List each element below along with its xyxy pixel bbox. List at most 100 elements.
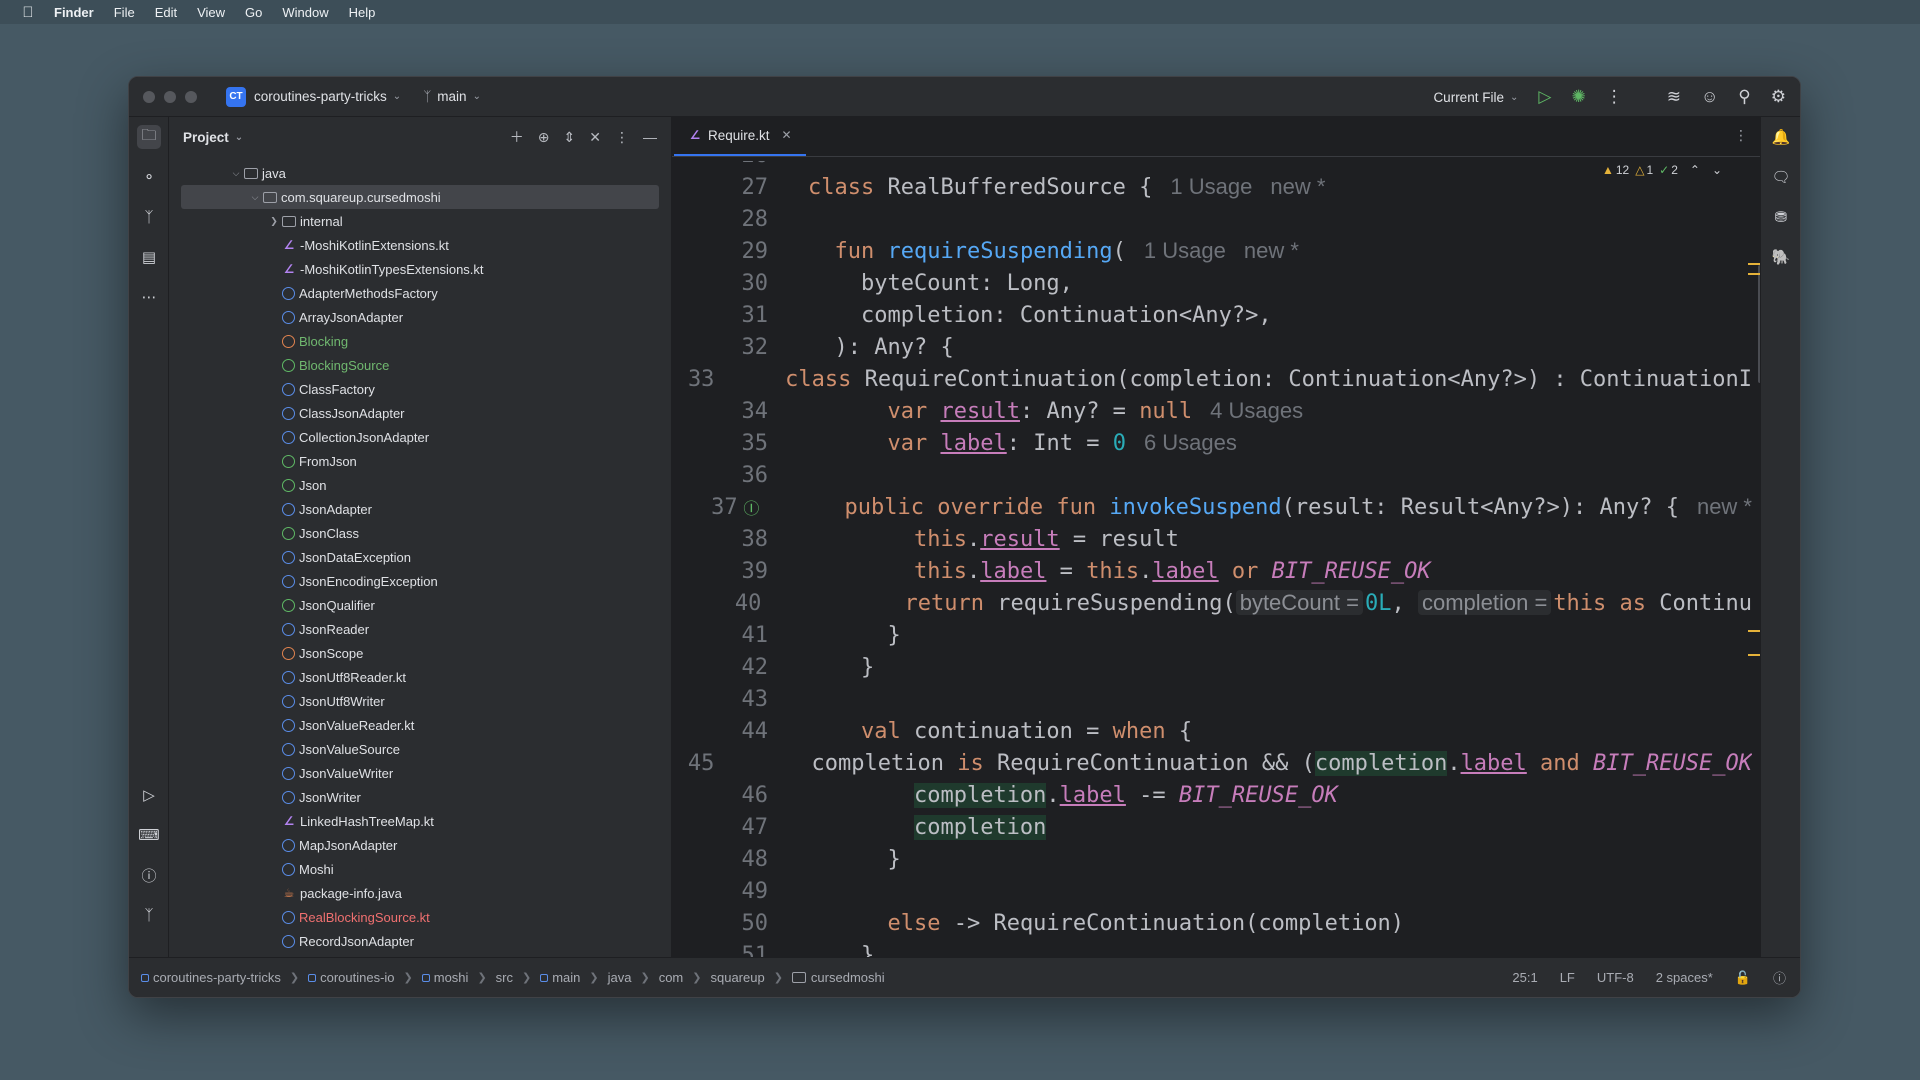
ai-assistant-icon[interactable]: ≋ — [1667, 87, 1681, 107]
lock-icon[interactable]: 🔓 — [1735, 970, 1751, 986]
tree-file[interactable]: JsonValueWriter — [169, 761, 671, 785]
menu-app-name[interactable]: Finder — [54, 5, 94, 20]
commit-icon[interactable]: ⚬ — [137, 165, 161, 189]
more-actions-icon[interactable]: ⋮ — [1606, 87, 1623, 107]
minimize-window-button[interactable] — [164, 90, 176, 103]
tree-file[interactable]: ClassJsonAdapter — [169, 401, 671, 425]
tree-file[interactable]: ClassFactory — [169, 377, 671, 401]
chevron-right-icon[interactable]: ❯ — [266, 216, 282, 227]
more-tools-icon[interactable]: ⋯ — [137, 285, 161, 309]
database-icon[interactable]: ⛃ — [1769, 205, 1793, 229]
hide-panel-icon[interactable]: — — [643, 129, 657, 145]
breadcrumb-item[interactable]: cursedmoshi — [791, 970, 885, 985]
tree-file[interactable]: JsonValueReader.kt — [169, 713, 671, 737]
breadcrumb-item[interactable]: squareup ❯ — [710, 970, 791, 985]
tree-file[interactable]: ∠ LinkedHashTreeMap.kt — [169, 809, 671, 833]
tree-file[interactable]: Blocking — [169, 329, 671, 353]
tree-file[interactable]: JsonUtf8Reader.kt — [169, 665, 671, 689]
run-config-selector[interactable]: Current File ⌄ — [1433, 90, 1518, 105]
tree-file[interactable]: JsonQualifier — [169, 593, 671, 617]
options-icon[interactable]: ⋮ — [615, 129, 629, 146]
branch-switcher[interactable]: ᛉ main ⌄ — [423, 89, 481, 104]
tree-file[interactable]: ∠ -MoshiKotlinExtensions.kt — [169, 233, 671, 257]
code-editor[interactable]: 26 27 class RealBufferedSource {1 Usagene… — [672, 161, 1752, 959]
collapse-all-icon[interactable]: ✕ — [589, 129, 601, 146]
tree-file[interactable]: ☕ package-info.java — [169, 881, 671, 905]
tree-file[interactable]: JsonWriter — [169, 785, 671, 809]
line-ending[interactable]: LF — [1560, 970, 1575, 985]
tree-folder[interactable]: ⌵ java — [169, 161, 671, 185]
tree-file[interactable]: RecordJsonAdapter — [169, 929, 671, 953]
tree-file[interactable]: MapJsonAdapter — [169, 833, 671, 857]
tree-file[interactable]: CollectionJsonAdapter — [169, 425, 671, 449]
pull-requests-icon[interactable]: ᛉ — [137, 205, 161, 229]
menu-edit[interactable]: Edit — [155, 5, 177, 20]
gradle-icon[interactable]: 🐘 — [1769, 245, 1793, 269]
warning-marker[interactable] — [1748, 263, 1760, 265]
structure-icon[interactable]: ▤ — [137, 245, 161, 269]
warning-marker[interactable] — [1748, 630, 1760, 632]
tree-file[interactable]: RealBlockingSource.kt — [169, 905, 671, 929]
tree-file[interactable]: AdapterMethodsFactory — [169, 281, 671, 305]
notifications-bell-icon[interactable]: 🔔 — [1769, 125, 1793, 149]
problems-icon[interactable]: ⓘ — [137, 863, 161, 887]
ai-chat-icon[interactable]: 🗨 — [1769, 165, 1793, 189]
chevron-down-icon[interactable]: ⌄ — [235, 132, 243, 143]
close-window-button[interactable] — [143, 90, 155, 103]
new-file-icon[interactable]: ＋ — [510, 127, 524, 147]
menu-go[interactable]: Go — [245, 5, 262, 20]
breadcrumb-item[interactable]: coroutines-party-tricks ❯ — [141, 970, 308, 985]
breadcrumb-item[interactable]: coroutines-io ❯ — [308, 970, 422, 985]
tree-file[interactable]: Moshi — [169, 857, 671, 881]
info-icon[interactable]: ⓘ — [1773, 968, 1786, 987]
breadcrumb-item[interactable]: com ❯ — [659, 970, 711, 985]
chevron-down-icon[interactable]: ⌵ — [247, 192, 263, 203]
tree-file[interactable]: JsonReader — [169, 617, 671, 641]
warning-marker[interactable] — [1748, 654, 1760, 656]
tree-file[interactable]: ArrayJsonAdapter — [169, 305, 671, 329]
tree-file[interactable]: JsonClass — [169, 521, 671, 545]
project-switcher[interactable]: CT coroutines-party-tricks ⌄ — [226, 86, 401, 107]
menu-help[interactable]: Help — [349, 5, 376, 20]
breadcrumb-item[interactable]: main ❯ — [540, 970, 607, 985]
close-tab-icon[interactable]: ✕ — [782, 128, 792, 142]
caret-position[interactable]: 25:1 — [1512, 970, 1537, 985]
tree-file[interactable]: JsonAdapter — [169, 497, 671, 521]
run-icon[interactable]: ▷ — [1538, 87, 1551, 107]
tree-file[interactable]: JsonUtf8Writer — [169, 689, 671, 713]
tab-require-kt[interactable]: ∠ Require.kt ✕ — [674, 116, 806, 156]
warning-marker[interactable] — [1748, 273, 1760, 275]
file-encoding[interactable]: UTF-8 — [1597, 970, 1634, 985]
search-icon[interactable]: ⚲ — [1738, 87, 1750, 107]
tree-file[interactable]: JsonValueSource — [169, 737, 671, 761]
tree-file[interactable]: JsonEncodingException — [169, 569, 671, 593]
git-icon[interactable]: ᛉ — [137, 903, 161, 927]
expand-all-icon[interactable]: ⇕ — [564, 129, 576, 146]
menu-window[interactable]: Window — [282, 5, 328, 20]
add-user-icon[interactable]: ☺ — [1701, 87, 1718, 107]
tree-folder[interactable]: ❯ internal — [169, 209, 671, 233]
tree-file[interactable]: JsonScope — [169, 641, 671, 665]
tree-file[interactable]: JsonDataException — [169, 545, 671, 569]
breadcrumb-item[interactable]: java ❯ — [608, 970, 659, 985]
services-icon[interactable]: ▷ — [137, 783, 161, 807]
project-folder-icon[interactable]: 🗀 — [137, 125, 161, 149]
tab-options-icon[interactable]: ⋮ — [1734, 127, 1748, 144]
settings-gear-icon[interactable]: ⚙ — [1771, 87, 1786, 107]
breadcrumb-item[interactable]: moshi ❯ — [421, 970, 496, 985]
locate-file-icon[interactable]: ⊕ — [538, 129, 550, 146]
chevron-down-icon[interactable]: ⌵ — [228, 168, 244, 179]
apple-menu-icon[interactable]:  — [16, 4, 40, 21]
tree-file[interactable]: BlockingSource — [169, 353, 671, 377]
indent-settings[interactable]: 2 spaces* — [1656, 970, 1713, 985]
tree-folder[interactable]: ⌵ com.squareup.cursedmoshi — [181, 185, 659, 209]
tree-file[interactable]: FromJson — [169, 449, 671, 473]
zoom-window-button[interactable] — [185, 90, 197, 103]
menu-view[interactable]: View — [197, 5, 225, 20]
breadcrumb-item[interactable]: src ❯ — [496, 970, 541, 985]
menu-file[interactable]: File — [114, 5, 135, 20]
debug-icon[interactable]: ✺ — [1571, 87, 1585, 107]
project-panel-title[interactable]: Project — [183, 130, 229, 145]
terminal-icon[interactable]: ⌨ — [137, 823, 161, 847]
override-gutter-icon[interactable]: Ⓘ — [738, 495, 765, 519]
